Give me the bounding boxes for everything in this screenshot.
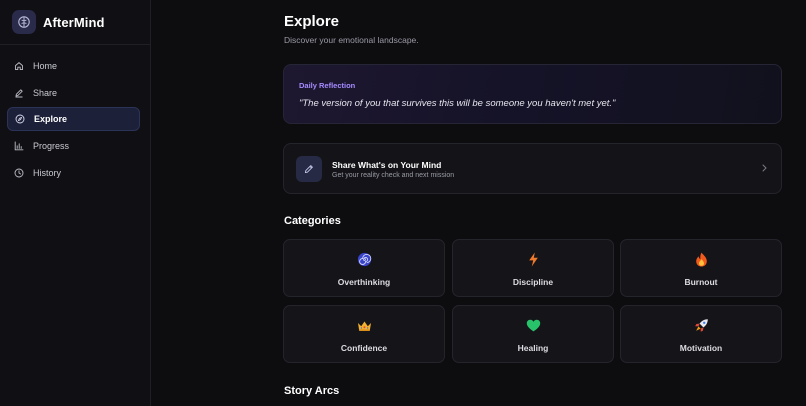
spiral-icon [284,252,444,267]
chevron-right-icon [762,164,767,172]
sidebar: AfterMind Home Share Explore Progress Hi… [0,0,151,406]
sidebar-item-home[interactable]: Home [7,54,140,78]
sidebar-nav: Home Share Explore Progress History [0,45,150,185]
sidebar-item-label: Share [33,87,58,98]
daily-reflection-card: Daily Reflection "The version of you tha… [283,64,782,124]
home-icon [15,62,23,71]
brain-logo-icon [12,10,36,34]
rocket-icon [621,318,781,333]
share-card-subtitle: Get your reality check and next mission [332,172,455,179]
category-label: Confidence [340,343,388,353]
brand: AfterMind [0,0,150,45]
green-heart-icon [453,318,613,333]
category-confidence[interactable]: Confidence [283,305,445,363]
fire-icon [621,252,781,267]
category-discipline[interactable]: Discipline [452,239,614,297]
category-motivation[interactable]: Motivation [620,305,782,363]
edit-icon [296,156,322,182]
pencil-icon [15,89,23,98]
main-content: Explore Discover your emotional landscap… [151,0,806,406]
page-title: Explore [284,13,340,30]
categories-heading: Categories [284,215,341,227]
sidebar-item-label: Progress [33,141,70,152]
bar-chart-icon [14,141,24,151]
category-label: Overthinking [337,277,391,287]
lightning-icon [453,252,613,267]
sidebar-item-history[interactable]: History [7,161,140,185]
page-subtitle: Discover your emotional landscape. [284,35,419,45]
sidebar-item-progress[interactable]: Progress [7,134,140,158]
daily-reflection-quote: "The version of you that survives this w… [299,98,616,109]
category-label: Healing [517,343,549,353]
sidebar-item-label: Explore [34,114,68,125]
daily-reflection-label: Daily Reflection [299,81,356,90]
sidebar-item-label: History [33,167,62,178]
app-root: AfterMind Home Share Explore Progress Hi… [0,0,806,406]
category-burnout[interactable]: Burnout [620,239,782,297]
category-label: Motivation [679,343,723,353]
category-overthinking[interactable]: Overthinking [283,239,445,297]
brand-name: AfterMind [43,14,105,30]
category-label: Discipline [512,277,554,287]
sidebar-item-share[interactable]: Share [7,81,140,105]
sidebar-item-explore[interactable]: Explore [7,107,140,132]
sidebar-item-label: Home [33,61,58,71]
category-label: Burnout [684,277,718,287]
crown-icon [284,318,444,333]
category-healing[interactable]: Healing [452,305,614,363]
clock-icon [14,168,24,178]
compass-icon [15,114,25,124]
share-mind-card[interactable]: Share What's on Your Mind Get your reali… [283,143,782,194]
share-card-title: Share What's on Your Mind [332,160,442,170]
story-arcs-heading: Story Arcs [284,385,340,397]
